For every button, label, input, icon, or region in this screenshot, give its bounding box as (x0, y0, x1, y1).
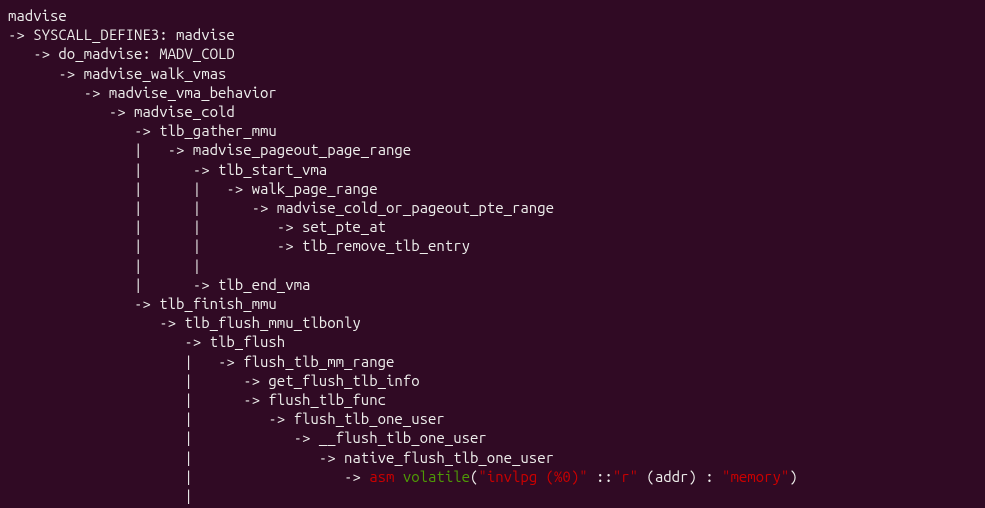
asm-mid: :: (588, 468, 613, 485)
trace-line: | | (8, 257, 201, 274)
trace-line: -> tlb_flush (8, 333, 285, 350)
asm-keyword: asm (369, 468, 394, 485)
trace-line: | -> flush_tlb_one_user (8, 410, 445, 427)
asm-prefix: | -> (8, 468, 369, 485)
trace-line: | -> flush_tlb_func (8, 391, 386, 408)
terminal-output: madvise -> SYSCALL_DEFINE3: madvise -> d… (0, 0, 985, 508)
asm-space (394, 468, 402, 485)
asm-close-paren: ) (789, 468, 797, 485)
trace-line: -> SYSCALL_DEFINE3: madvise (8, 26, 235, 43)
asm-string: "memory" (722, 468, 789, 485)
trace-line: | -> __flush_tlb_one_user (8, 429, 487, 446)
trace-line: | (8, 487, 193, 504)
trace-line: -> tlb_flush_mmu_tlbonly (8, 314, 361, 331)
trace-line: | | -> walk_page_range (8, 180, 378, 197)
trace-line: | -> flush_tlb_mm_range (8, 353, 394, 370)
volatile-keyword: volatile (403, 468, 470, 485)
trace-line: | | -> tlb_remove_tlb_entry (8, 237, 470, 254)
trace-line: -> madvise_cold (8, 103, 235, 120)
asm-string: "r" (613, 468, 638, 485)
trace-line: | -> madvise_pageout_page_range (8, 141, 411, 158)
trace-line: -> madvise_walk_vmas (8, 65, 226, 82)
trace-line: | -> tlb_start_vma (8, 161, 327, 178)
asm-string: "invlpg (%0)" (478, 468, 587, 485)
trace-line: -> tlb_gather_mmu (8, 122, 277, 139)
trace-line: | -> get_flush_tlb_info (8, 372, 420, 389)
trace-line: -> do_madvise: MADV_COLD (8, 45, 235, 62)
trace-line: -> tlb_finish_mmu (8, 295, 277, 312)
trace-line: | | -> madvise_cold_or_pageout_pte_range (8, 199, 554, 216)
trace-line-asm: | -> asm volatile("invlpg (%0)" ::"r" (a… (8, 468, 798, 485)
trace-line: madvise (8, 7, 67, 24)
trace-line: | | -> set_pte_at (8, 218, 386, 235)
trace-line: | -> native_flush_tlb_one_user (8, 449, 554, 466)
asm-mid: (addr) : (638, 468, 722, 485)
trace-line: -> madvise_vma_behavior (8, 84, 277, 101)
trace-line: | -> tlb_end_vma (8, 276, 310, 293)
